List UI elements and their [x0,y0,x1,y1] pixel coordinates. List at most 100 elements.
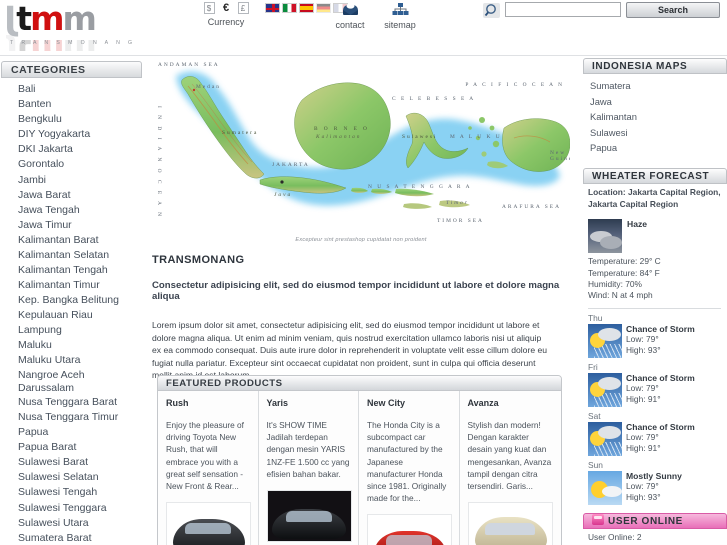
haze-icon [588,219,622,254]
sidebar-item-jawa-timur[interactable]: Jawa Timur [0,218,145,233]
forecast-day-name: Thu [588,312,603,323]
product-name[interactable]: Rush [166,398,251,408]
page-subtitle: Consectetur adipisicing elit, sed do eiu… [152,280,560,302]
currency-switcher[interactable]: $ € £ Currency [190,2,262,27]
sidebar-item-nusa-tenggara-barat[interactable]: Nusa Tenggara Barat [0,395,145,410]
forecast-day-name: Sun [588,459,603,470]
dark-suv-photo[interactable] [166,502,251,545]
black-hatchback-photo[interactable] [266,490,352,543]
sidebar-item-papua[interactable]: Papua [0,425,145,440]
map-label-arafura-sea: ARAFURA SEA [502,204,561,210]
categories-list: Bali Banten Bengkulu DIY Yogyakarta DKI Jaka… [0,82,145,545]
logo-wordmark: Jtmm [6,0,97,38]
user-online-body: User Online: 2 Today Accessed: 12 [583,529,727,545]
gbp-currency-icon[interactable]: £ [237,2,249,14]
search-icon[interactable] [483,3,500,18]
usd-currency-icon[interactable]: $ [203,2,215,14]
storm-icon [588,372,622,407]
sidebar-item-diy-yogyakarta[interactable]: DIY Yogyakarta [0,127,145,142]
site-logo[interactable]: Jtmm Jtmm T R A N S M O N A N G [6,0,136,51]
sidebar-item-sulawesi-tenggara[interactable]: Sulawesi Tenggara [0,501,145,516]
red-sedan-photo[interactable] [367,514,452,545]
product-card[interactable]: Avanza Stylish dan modern! Dengan karakte… [460,391,561,545]
medan-marker [192,88,196,92]
map-item-papua[interactable]: Papua [583,140,727,156]
sidebar-item-bengkulu[interactable]: Bengkulu [0,112,145,127]
sitemap-label: sitemap [384,20,416,30]
forecast-list: Thu Chance of Storm Low: 79° High: 93° Fri Ch… [588,313,723,505]
sidebar-item-jawa-tengah[interactable]: Jawa Tengah [0,203,145,218]
sitemap-link[interactable]: sitemap [372,2,428,30]
body-paragraph: Lorem ipsum dolor sit amet, consectetur … [152,320,548,380]
product-card[interactable]: Yaris It's SHOW TIME Jadilah terdepan den… [259,391,359,545]
forecast-condition: Chance of Storm [626,323,695,334]
sidebar-item-jambi[interactable]: Jambi [0,173,145,188]
search-button[interactable]: Search [626,2,720,18]
sidebar-item-kalimantan-barat[interactable]: Kalimantan Barat [0,233,145,248]
logo-char-m2: m [62,0,96,38]
product-name[interactable]: Avanza [468,398,554,408]
sidebar-item-kep-bangka-belitung[interactable]: Kep. Bangka Belitung [0,293,145,307]
weather-forecast-panel: WHEATER FORECAST Location: Jakarta Capit… [583,167,727,505]
italy-flag-icon[interactable] [282,3,297,13]
map-item-sulawesi[interactable]: Sulawesi [583,125,727,141]
forecast-condition: Chance of Storm [626,421,695,432]
sidebar-item-dki-jakarta[interactable]: DKI Jakarta [0,142,145,157]
sidebar-item-bali[interactable]: Bali [0,82,145,97]
sidebar-item-kalimantan-selatan[interactable]: Kalimantan Selatan [0,248,145,263]
forecast-day: Sun Mostly Sunny Low: 79° High: 93° [588,460,723,505]
sidebar-item-kalimantan-tengah[interactable]: Kalimantan Tengah [0,263,145,278]
forecast-day: Sat Chance of Storm Low: 79° High: 91° [588,411,723,456]
forecast-day: Fri Chance of Storm Low: 79° High: 91° [588,362,723,407]
forecast-low: Low: 79° [626,382,659,393]
temperature-fahrenheit: Temperature: 84° F [588,267,660,278]
sidebar-item-kalimantan-timur[interactable]: Kalimantan Timur [0,278,145,293]
sidebar-item-jawa-barat[interactable]: Jawa Barat [0,188,145,203]
map-label-borneo: B O R N E O [314,126,370,132]
eur-currency-icon[interactable]: € [221,2,232,14]
forecast-condition: Chance of Storm [626,372,695,383]
map-label-timor: Timor [446,200,469,206]
sidebar-item-maluku[interactable]: Maluku [0,338,145,353]
sidebar-item-sulawesi-tengah[interactable]: Sulawesi Tengah [0,485,145,500]
current-condition: Haze [627,219,648,230]
header-divider [0,55,727,56]
forecast-low: Low: 79° [626,431,659,442]
uk-flag-icon[interactable] [265,3,280,13]
product-card[interactable]: New City The Honda City is a subcompact c… [359,391,460,545]
sidebar-item-banten[interactable]: Banten [0,97,145,112]
forecast-day-name: Fri [588,361,598,372]
map-label-maluku: M A L U K U [450,134,502,140]
product-name[interactable]: New City [367,398,452,408]
sidebar-item-sumatera-barat[interactable]: Sumatera Barat [0,531,145,545]
sidebar-item-sulawesi-utara[interactable]: Sulawesi Utara [0,516,145,531]
user-online-count: User Online: 2 [588,531,642,542]
search-input[interactable] [505,2,621,17]
map-item-sumatera[interactable]: Sumatera [583,78,727,94]
user-online-title-text: USER ONLINE [608,515,683,527]
map-item-kalimantan[interactable]: Kalimantan [583,109,727,125]
sidebar-item-lampung[interactable]: Lampung [0,323,145,338]
spain-flag-icon[interactable] [299,3,314,13]
sidebar-item-nusa-tenggara-timur[interactable]: Nusa Tenggara Timur [0,410,145,425]
indonesia-map-image[interactable]: ANDAMAN SEA I N D I A N O C E A N P A C … [152,58,570,233]
sidebar-item-gorontalo[interactable]: Gorontalo [0,157,145,172]
map-item-jawa[interactable]: Jawa [583,94,727,110]
sidebar-item-papua-barat[interactable]: Papua Barat [0,440,145,455]
sidebar-item-sulawesi-selatan[interactable]: Sulawesi Selatan [0,470,145,485]
product-card[interactable]: Rush Enjoy the pleasure of driving Toyota… [158,391,259,545]
sidebar-item-maluku-utara[interactable]: Maluku Utara [0,353,145,368]
map-label-medan: Medan [196,84,221,90]
map-label-java: Java [274,192,293,198]
contact-link[interactable]: contact [322,2,378,30]
map-label-timor-sea: TIMOR SEA [437,218,484,224]
sunny-icon [588,470,622,505]
product-description: Enjoy the pleasure of driving Toyota New… [166,420,244,492]
beige-mpv-photo[interactable] [467,502,553,545]
sidebar-item-sulawesi-barat[interactable]: Sulawesi Barat [0,455,145,470]
map-label-new-guinea: New Guinea [550,150,570,162]
product-name[interactable]: Yaris [267,398,352,408]
sidebar-item-nangroe-aceh-darussalam[interactable]: Nangroe Aceh Darussalam [0,368,145,395]
forecast-high: High: 93° [626,345,661,356]
sidebar-item-kepulauan-riau[interactable]: Kepulauan Riau [0,308,145,323]
